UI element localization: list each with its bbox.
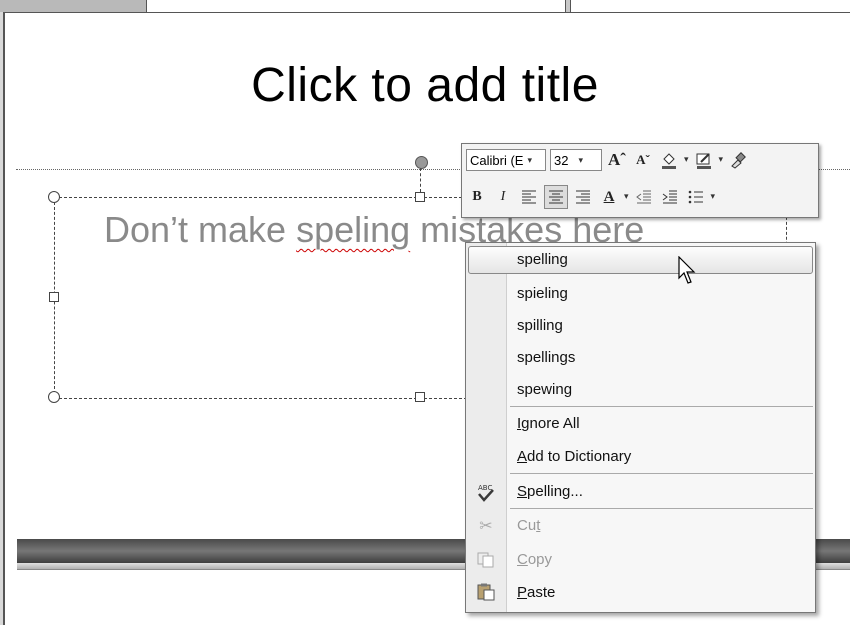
align-left-icon <box>522 190 536 204</box>
align-right-button[interactable] <box>572 186 594 208</box>
cut-label: Cut <box>517 517 541 534</box>
align-right-icon <box>576 190 590 204</box>
bold-button[interactable]: B <box>466 186 488 208</box>
chevron-down-icon[interactable]: ▾ <box>624 192 629 202</box>
italic-label: I <box>500 189 506 204</box>
paint-bucket-icon <box>662 153 676 169</box>
mini-toolbar: Calibri (E ▾ 32 ▾ Aˆ Aˇ ▾ ▾ B I A ▾ ▾ <box>461 143 819 218</box>
suggestion-item[interactable]: spelling <box>466 244 815 276</box>
spelling-context-menu: spelling spieling spilling spellings spe… <box>465 242 816 613</box>
top-pane-strip <box>0 0 850 12</box>
mouse-pointer-icon <box>678 256 696 284</box>
spell-check-icon: ABC <box>476 482 496 502</box>
chevron-down-icon[interactable]: ▾ <box>719 155 724 165</box>
line-color-button[interactable] <box>693 149 715 171</box>
resize-handle-left[interactable] <box>49 292 59 302</box>
paste-item[interactable]: Paste <box>466 577 815 609</box>
grow-font-button[interactable]: Aˆ <box>606 149 628 171</box>
copy-icon <box>476 550 496 570</box>
grow-font-icon: Aˆ <box>608 150 626 169</box>
ignore-all-label: Ignore All <box>517 415 580 432</box>
font-size-dropdown[interactable]: 32 ▾ <box>550 149 602 171</box>
bold-label: B <box>472 189 482 204</box>
resize-handle-bottom[interactable] <box>415 392 425 402</box>
copy-label: Copy <box>517 551 553 568</box>
ignore-all-item[interactable]: Ignore All <box>466 408 815 440</box>
rotation-connector <box>420 168 421 192</box>
suggestion-item[interactable]: spewing <box>466 374 815 406</box>
align-left-button[interactable] <box>518 186 540 208</box>
cut-item[interactable]: ✂ Cut <box>466 510 815 542</box>
add-to-dictionary-item[interactable]: Add to Dictionary <box>466 441 815 473</box>
chevron-down-icon[interactable]: ▾ <box>711 192 716 202</box>
chevron-down-icon: ▾ <box>578 154 583 165</box>
title-placeholder[interactable]: Click to add title <box>0 58 850 113</box>
pane-cell <box>147 0 566 12</box>
suggestion-label: spieling <box>517 285 568 302</box>
font-name-dropdown[interactable]: Calibri (E ▾ <box>466 149 546 171</box>
font-size-value: 32 <box>554 152 569 168</box>
increase-indent-button[interactable] <box>659 186 681 208</box>
scissors-icon: ✂ <box>479 516 493 535</box>
suggestion-label: spewing <box>517 381 573 398</box>
pane-cell <box>579 0 850 12</box>
fill-color-button[interactable] <box>658 149 680 171</box>
menu-separator <box>510 473 813 474</box>
decrease-indent-icon <box>635 190 651 204</box>
resize-handle-bottom-left[interactable] <box>48 391 60 403</box>
format-painter-button[interactable] <box>727 149 749 171</box>
suggestion-label: spelling <box>517 251 568 268</box>
suggestion-label: spilling <box>517 317 563 334</box>
add-to-dictionary-label: Add to Dictionary <box>517 448 632 465</box>
paste-icon <box>476 583 496 603</box>
align-center-button[interactable] <box>544 185 568 209</box>
chevron-down-icon[interactable]: ▾ <box>684 155 689 165</box>
suggestion-label: spellings <box>517 349 576 366</box>
resize-handle-top-left[interactable] <box>48 191 60 203</box>
shrink-font-icon: Aˇ <box>636 152 650 167</box>
misspelled-word[interactable]: speling <box>296 209 410 250</box>
spelling-item[interactable]: ABC Spelling... <box>466 476 815 508</box>
splitter[interactable] <box>570 0 579 12</box>
rotation-handle[interactable] <box>415 156 428 169</box>
font-color-button[interactable]: A <box>598 186 620 208</box>
pen-line-icon <box>696 153 711 169</box>
align-center-icon <box>549 190 563 204</box>
decrease-indent-button[interactable] <box>633 186 655 208</box>
suggestion-item[interactable]: spieling <box>466 278 815 310</box>
suggestion-item[interactable]: spilling <box>466 310 815 342</box>
pane-cell <box>0 0 147 12</box>
format-painter-icon <box>731 152 747 169</box>
bullet-list-icon <box>688 190 703 204</box>
resize-handle-top[interactable] <box>415 192 425 202</box>
suggestion-item[interactable]: spellings <box>466 342 815 374</box>
shrink-font-button[interactable]: Aˇ <box>632 149 654 171</box>
increase-indent-icon <box>662 190 677 204</box>
font-color-letter: A <box>603 188 615 205</box>
chevron-down-icon: ▾ <box>527 154 532 165</box>
body-text-before: Don’t make <box>104 209 297 250</box>
menu-separator <box>510 508 813 509</box>
copy-item[interactable]: Copy <box>466 544 815 576</box>
spelling-label: Spelling... <box>517 483 583 500</box>
paste-label: Paste <box>517 584 556 601</box>
italic-button[interactable]: I <box>492 186 514 208</box>
font-name-value: Calibri (E <box>470 152 524 168</box>
svg-text:ABC: ABC <box>478 484 492 492</box>
menu-separator <box>510 406 813 407</box>
bullets-button[interactable] <box>685 186 707 208</box>
